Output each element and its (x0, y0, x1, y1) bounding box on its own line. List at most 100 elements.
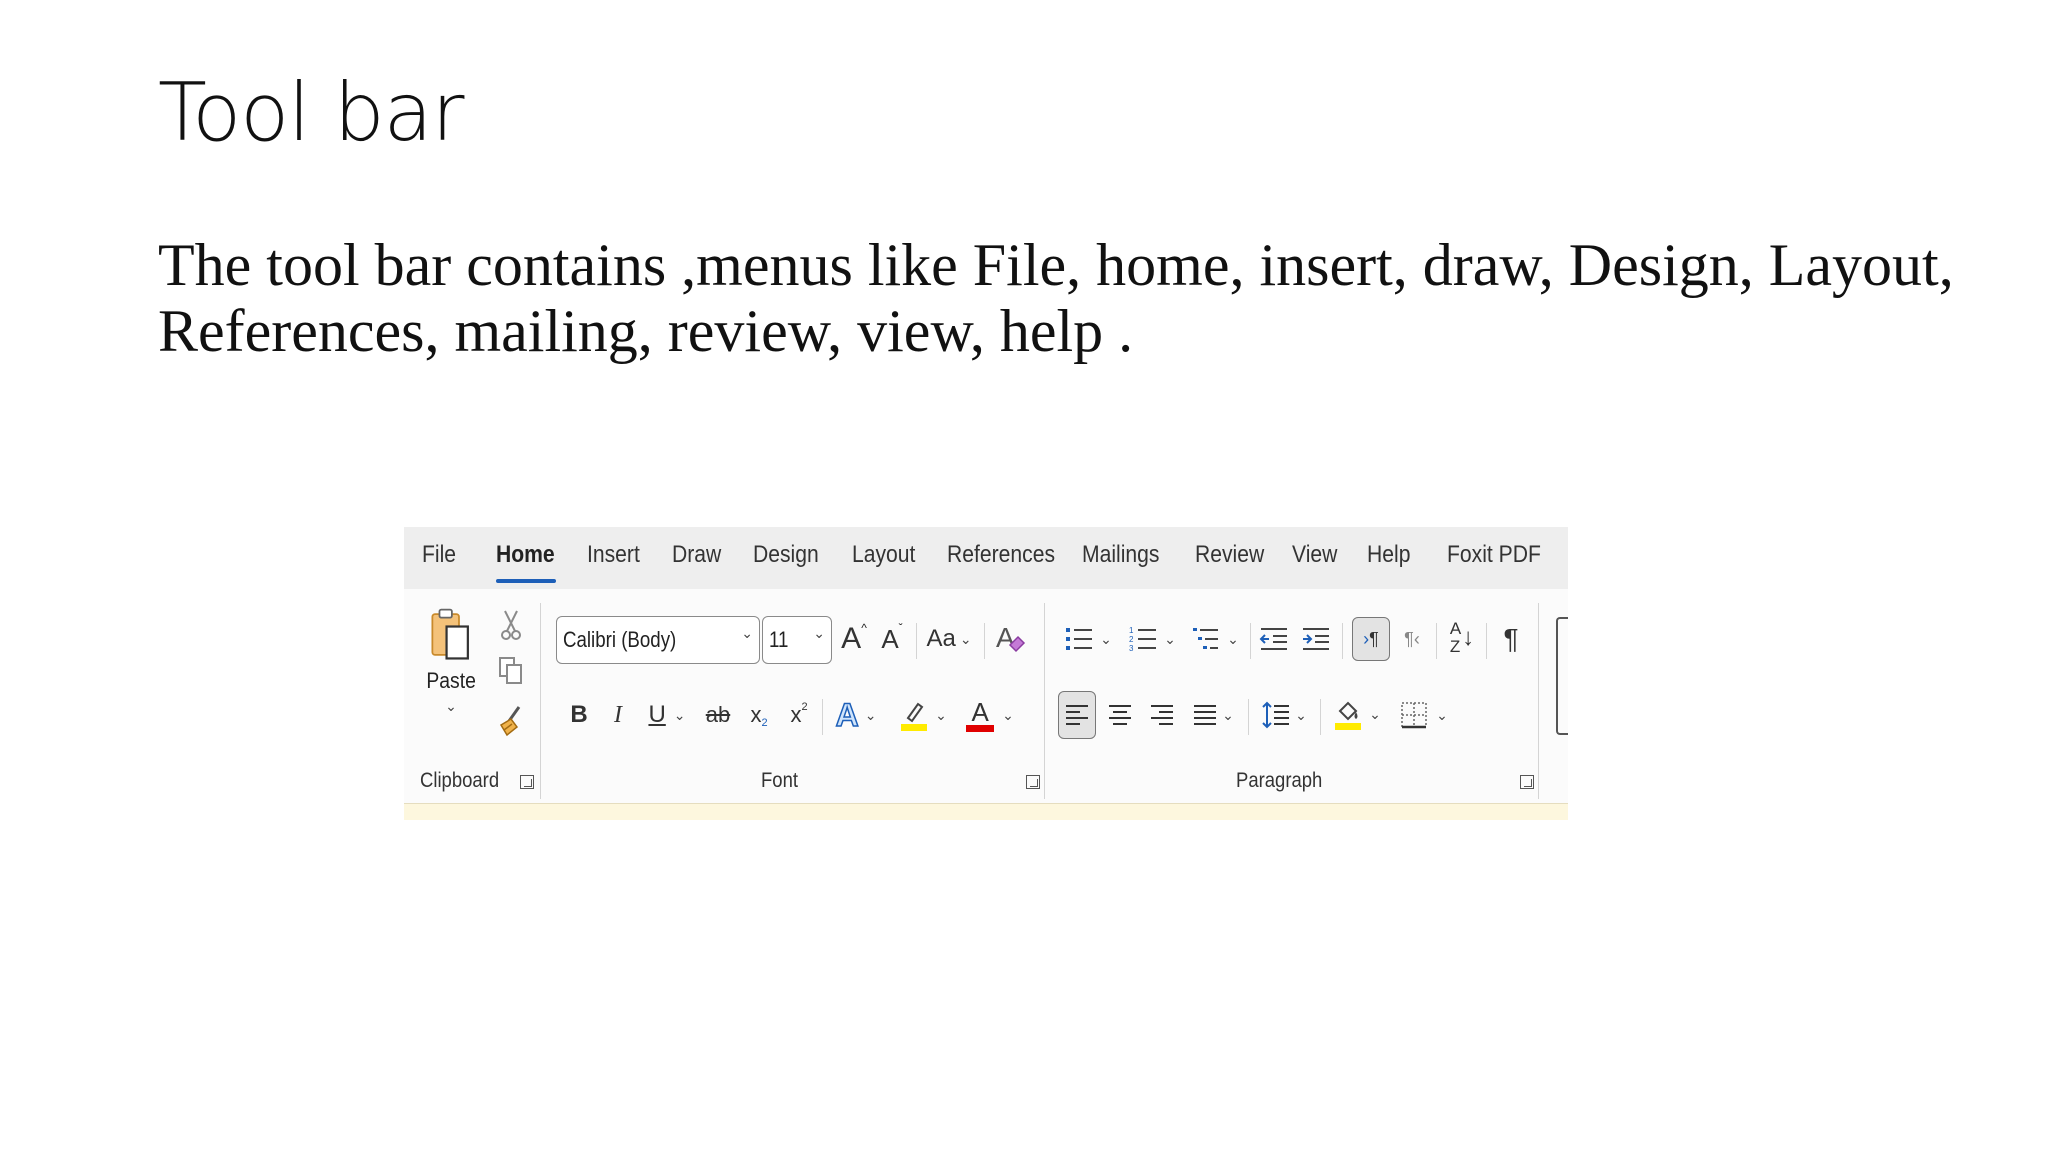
dialog-launcher-icon[interactable] (1026, 775, 1040, 789)
word-ribbon-screenshot: File Home Insert Draw Design Layout Refe… (404, 527, 1568, 820)
dialog-launcher-icon[interactable] (1520, 775, 1534, 789)
change-case-label: Aa (926, 625, 956, 652)
font-size-dropdown[interactable]: 11 ⌄ (762, 616, 832, 664)
chevron-down-icon: ⌄ (1436, 706, 1448, 723)
separator (1248, 699, 1249, 735)
show-hide-marks-button[interactable]: ¶ (1494, 619, 1528, 659)
text-effects-icon: A (835, 696, 860, 734)
pilcrow-icon: ¶ (1404, 628, 1414, 649)
tab-review[interactable]: Review (1195, 541, 1264, 569)
shading-button[interactable]: ⌄ (1328, 691, 1388, 737)
bullets-button[interactable]: ⌄ (1062, 619, 1114, 659)
paste-icon (431, 608, 469, 660)
scissors-icon (501, 610, 521, 640)
sort-button[interactable]: A Z ↓ (1444, 615, 1480, 661)
superscript-button[interactable]: x 2 (784, 695, 814, 735)
line-spacing-button[interactable]: ⌄ (1256, 693, 1312, 737)
tab-references[interactable]: References (947, 541, 1055, 569)
copy-button[interactable] (496, 653, 526, 689)
tab-help[interactable]: Help (1367, 541, 1410, 569)
tab-view[interactable]: View (1292, 541, 1337, 569)
bold-icon: B (570, 701, 588, 728)
cut-button[interactable] (496, 607, 526, 643)
chevron-down-icon: ⌄ (741, 625, 753, 641)
bullet-list-icon (1066, 628, 1093, 650)
grow-font-button[interactable]: A ^ (838, 619, 870, 659)
decrease-indent-button[interactable] (1256, 619, 1292, 659)
paste-label: Paste (426, 668, 476, 693)
sort-z-glyph: Z (1449, 637, 1461, 656)
chevron-down-icon: ⌄ (1222, 706, 1234, 723)
group-label-font: Font (761, 769, 798, 792)
borders-button[interactable]: ⌄ (1394, 693, 1454, 737)
bold-button[interactable]: B (564, 695, 594, 735)
tab-mailings[interactable]: Mailings (1082, 541, 1159, 569)
tab-draw[interactable]: Draw (672, 541, 721, 569)
paste-button[interactable]: Paste ⌄ (422, 607, 480, 715)
align-center-button[interactable] (1102, 693, 1138, 737)
separator (916, 623, 917, 659)
shrink-font-button[interactable]: A ˇ (876, 619, 908, 659)
subscript-mark: 2 (761, 717, 768, 729)
underline-button[interactable]: U ⌄ (642, 695, 692, 735)
arrow-down-icon: ↓ (1462, 624, 1475, 651)
borders-icon (1401, 702, 1427, 729)
chevron-down-icon: ⌄ (1227, 630, 1239, 647)
separator (1486, 623, 1487, 659)
highlight-color-button[interactable]: ⌄ (896, 693, 952, 737)
strikethrough-icon: ab (705, 702, 731, 727)
increase-indent-button[interactable] (1298, 619, 1334, 659)
separator (1320, 699, 1321, 735)
sort-a-glyph: A (1449, 619, 1462, 638)
tab-file[interactable]: File (422, 541, 456, 569)
styles-gallery-edge[interactable] (1556, 617, 1568, 735)
active-tab-indicator (496, 579, 556, 583)
svg-text:2: 2 (1129, 635, 1134, 644)
align-right-button[interactable] (1144, 693, 1180, 737)
tab-home[interactable]: Home (496, 541, 555, 569)
chevron-down-icon: ⌄ (445, 698, 457, 714)
sort-icon: A Z (1450, 620, 1461, 656)
chevron-down-icon: ⌄ (1295, 706, 1307, 723)
italic-icon: I (614, 701, 622, 728)
multilevel-list-button[interactable]: ⌄ (1188, 619, 1242, 659)
ribbon-bottom-strip (404, 803, 1568, 820)
caret-up-icon: ^ (861, 621, 867, 635)
subscript-button[interactable]: x 2 (744, 695, 774, 735)
subscript-icon: x (750, 702, 762, 727)
dialog-launcher-icon[interactable] (520, 775, 534, 789)
numbering-button[interactable]: 1 2 3 ⌄ (1126, 619, 1178, 659)
separator (984, 623, 985, 659)
ribbon-tab-bar: File Home Insert Draw Design Layout Refe… (404, 527, 1568, 589)
align-left-button[interactable] (1058, 691, 1096, 739)
strikethrough-button[interactable]: ab (700, 695, 736, 735)
chevron-down-icon: ⌄ (1100, 630, 1112, 647)
chevron-down-icon: ⌄ (959, 630, 972, 647)
rtl-text-direction-button[interactable]: ¶ ‹ (1394, 619, 1430, 659)
tab-foxit-pdf[interactable]: Foxit PDF (1447, 541, 1541, 569)
ltr-text-direction-button[interactable]: › ¶ (1352, 617, 1390, 661)
justify-button[interactable]: ⌄ (1186, 693, 1240, 737)
increase-indent-icon (1303, 628, 1329, 650)
clear-formatting-button[interactable]: A (992, 617, 1028, 659)
slide-title: Tool bar (158, 66, 465, 159)
group-separator (1044, 603, 1045, 799)
font-color-icon: A (966, 699, 995, 732)
pilcrow-icon: ¶ (1369, 628, 1379, 649)
chevron-down-icon: ⌄ (1369, 705, 1381, 722)
font-name-dropdown[interactable]: Calibri (Body) ⌄ (556, 616, 760, 664)
separator (1250, 623, 1251, 659)
chevron-down-icon: ⌄ (1164, 630, 1176, 647)
tab-insert[interactable]: Insert (587, 541, 640, 569)
tab-design[interactable]: Design (753, 541, 819, 569)
group-separator (540, 603, 541, 799)
caret-down-icon: ˇ (898, 621, 903, 635)
font-color-button[interactable]: A ⌄ (962, 693, 1018, 737)
change-case-button[interactable]: Aa ⌄ (922, 619, 976, 659)
format-painter-button[interactable] (496, 703, 526, 739)
svg-text:1: 1 (1129, 626, 1134, 635)
text-effects-button[interactable]: A ⌄ (830, 693, 882, 737)
italic-button[interactable]: I (604, 695, 632, 735)
justify-icon (1194, 705, 1217, 725)
tab-layout[interactable]: Layout (852, 541, 915, 569)
